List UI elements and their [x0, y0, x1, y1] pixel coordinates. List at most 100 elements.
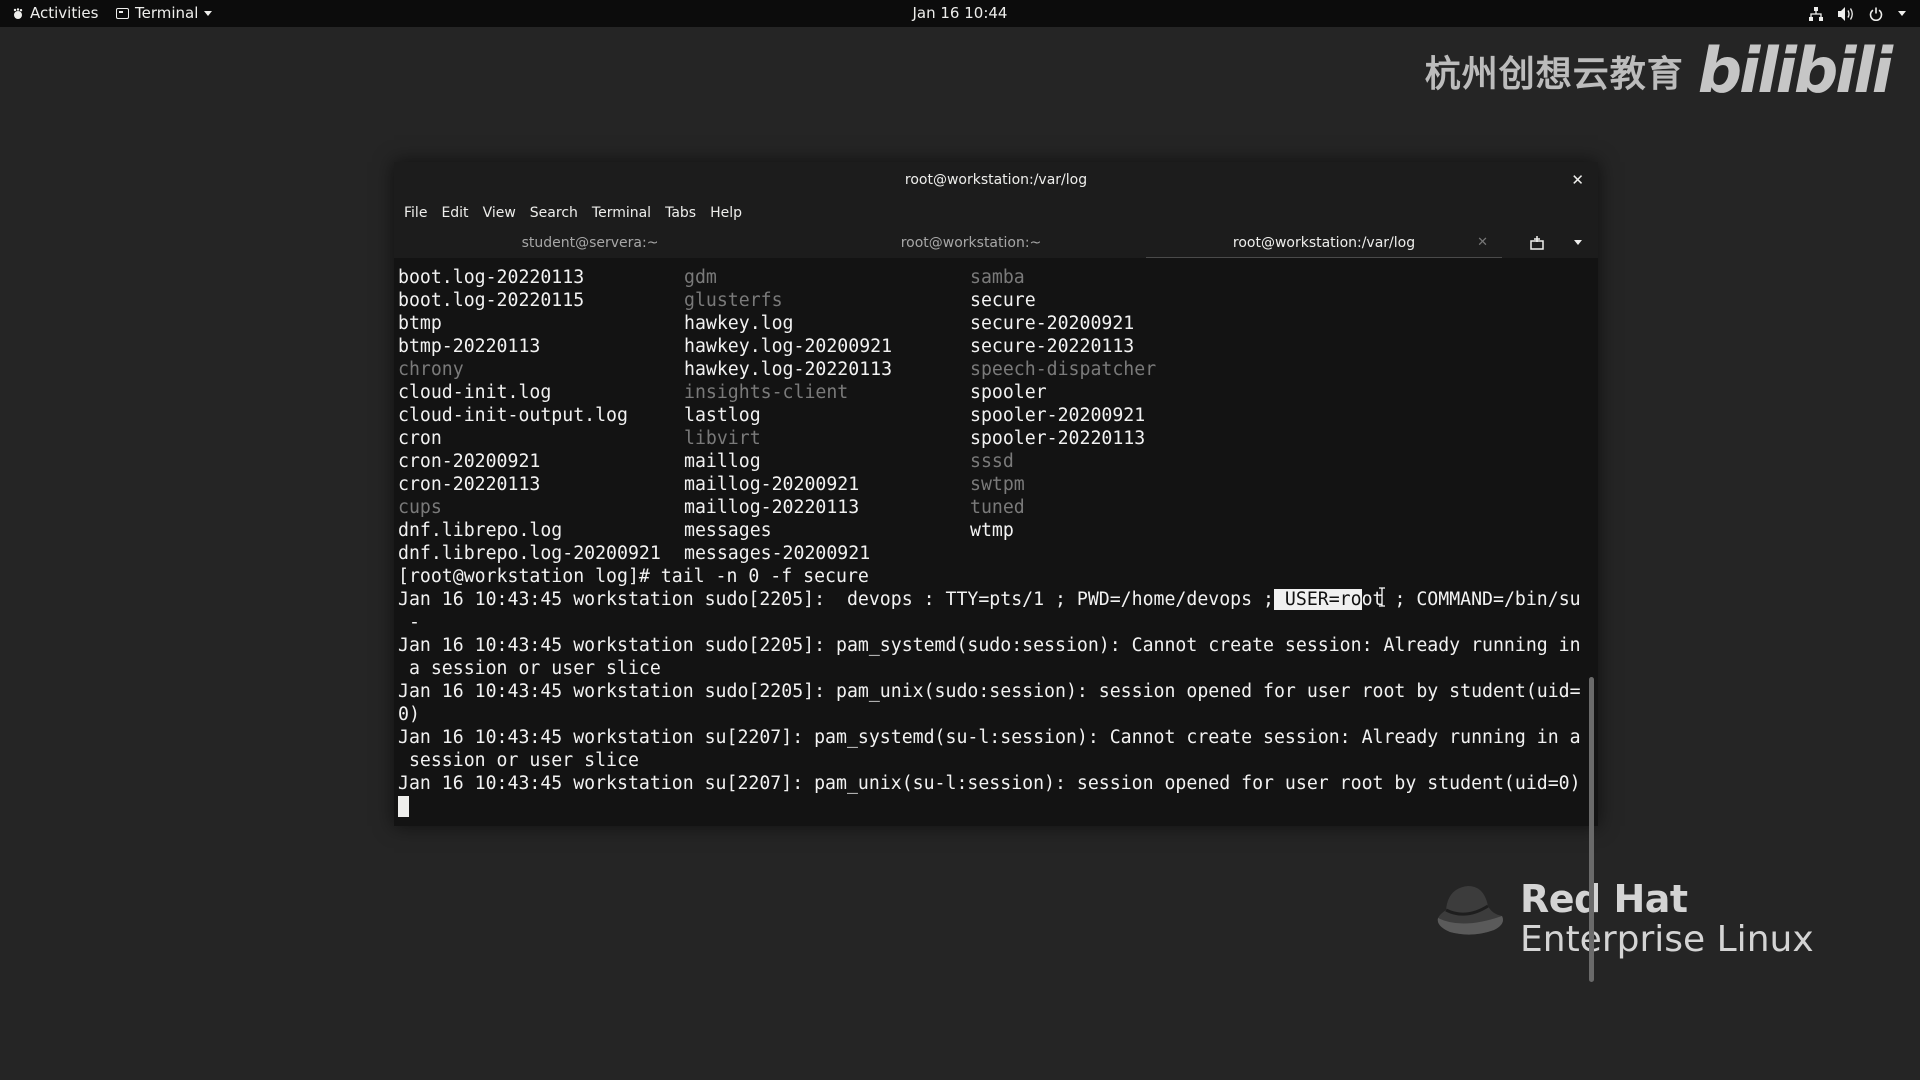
tab-close-icon[interactable]: ✕ [1477, 228, 1488, 258]
ls-entry: secure [970, 290, 1036, 311]
activities-button[interactable]: Activities [12, 0, 98, 27]
power-icon[interactable] [1868, 6, 1884, 22]
window-titlebar[interactable]: root@workstation:/var/log ✕ [394, 162, 1598, 198]
ls-row: cloud-init.log insights-client spooler [398, 381, 1584, 404]
terminal-output[interactable]: boot.log-20220113 gdm samba boot.log-202201… [398, 266, 1584, 822]
ls-entry: dnf.librepo.log-20200921 [398, 543, 661, 564]
log-line: Jan 16 10:43:45 workstation sudo[2205]: … [398, 635, 1581, 656]
system-tray[interactable] [1808, 0, 1906, 27]
ls-entry: boot.log-20220115 [398, 290, 585, 311]
ls-entry: cups [398, 497, 442, 518]
ls-entry: hawkey.log [684, 313, 794, 334]
ls-row: dnf.librepo.log messages wtmp [398, 519, 1584, 542]
gnome-foot-icon [13, 7, 23, 19]
redhat-line1: Red Hat [1520, 877, 1688, 921]
ls-entry: samba [970, 267, 1025, 288]
ls-entry: cloud-init-output.log [398, 405, 628, 426]
log-line: a session or user slice [398, 658, 661, 679]
log-line: - [398, 612, 420, 633]
ls-entry: cron [398, 428, 442, 449]
ls-row: cron-20200921 maillog sssd [398, 450, 1584, 473]
terminal-cursor [398, 796, 409, 817]
activities-label: Activities [30, 4, 99, 22]
app-menu-button[interactable]: Terminal [116, 0, 213, 27]
ls-row: cron libvirt spooler-20220113 [398, 427, 1584, 450]
ls-entry: secure-20220113 [970, 336, 1135, 357]
tab-student-servera[interactable]: student@servera:~ [394, 228, 786, 258]
watermark: 杭州创想云教育 bilibili [1424, 34, 1893, 107]
selected-text[interactable]: USER=ro [1273, 589, 1362, 610]
menu-terminal[interactable]: Terminal [585, 205, 658, 221]
ls-entry: messages [684, 520, 772, 541]
chevron-down-icon [204, 11, 213, 16]
network-icon[interactable] [1808, 6, 1824, 22]
ls-entry: cloud-init.log [398, 382, 552, 403]
tabs-menu-chevron-icon[interactable] [1574, 240, 1582, 245]
terminal-window: root@workstation:/var/log ✕ File Edit Vi… [394, 162, 1598, 982]
clock-container: Jan 16 10:44 [0, 0, 1920, 27]
tab-label: root@workstation:~ [900, 235, 1042, 251]
cursor-line [398, 795, 1584, 818]
menu-edit[interactable]: Edit [434, 205, 475, 221]
ls-entry: dnf.librepo.log [398, 520, 563, 541]
chevron-down-icon[interactable] [1898, 11, 1906, 16]
ls-entry: btmp [398, 313, 442, 334]
ls-entry: chrony [398, 359, 464, 380]
terminal-icon [116, 8, 129, 19]
ls-entry: hawkey.log-20200921 [684, 336, 893, 357]
log-line: 0) [398, 704, 420, 725]
menu-bar: File Edit View Search Terminal Tabs Help [394, 198, 1598, 228]
ls-entry: spooler-20220113 [970, 428, 1146, 449]
menu-tabs[interactable]: Tabs [658, 205, 703, 221]
ls-entry: swtpm [970, 474, 1025, 495]
clock[interactable]: Jan 16 10:44 [913, 4, 1008, 22]
watermark-text: 杭州创想云教育 [1424, 53, 1684, 95]
ls-entry: gdm [684, 267, 717, 288]
log-line: Jan 16 10:43:45 workstation su[2207]: pa… [398, 727, 1581, 748]
ls-entry: speech-dispatcher [970, 359, 1157, 380]
ls-entry: cron-20200921 [398, 451, 541, 472]
text-cursor-icon [1379, 587, 1385, 607]
ls-entry: sssd [970, 451, 1014, 472]
window-title: root@workstation:/var/log [904, 172, 1088, 188]
volume-icon[interactable] [1838, 6, 1854, 22]
menu-view[interactable]: View [476, 205, 523, 221]
menu-help[interactable]: Help [703, 205, 749, 221]
ls-entry: lastlog [684, 405, 761, 426]
tab-label: root@workstation:/var/log [1232, 235, 1416, 251]
menu-search[interactable]: Search [523, 205, 585, 221]
ls-entry: tuned [970, 497, 1025, 518]
redhat-logo: Red Hat Enterprise Linux [1432, 880, 1814, 958]
ls-row: cron-20220113 maillog-20200921 swtpm [398, 473, 1584, 496]
log-line: Jan 16 10:43:45 workstation su[2207]: pa… [398, 773, 1581, 794]
ls-row: btmp-20220113 hawkey.log-20200921 secure-2… [398, 335, 1584, 358]
ls-entry: maillog [684, 451, 761, 472]
log-text: Jan 16 10:43:45 workstation sudo[2205]: … [398, 589, 1274, 610]
ls-entry: btmp-20220113 [398, 336, 541, 357]
ls-entry: maillog-20220113 [684, 497, 860, 518]
ls-entry: cron-20220113 [398, 474, 541, 495]
tab-root-workstation-home[interactable]: root@workstation:~ [786, 228, 1156, 258]
tab-bar: student@servera:~ root@workstation:~ roo… [394, 228, 1598, 258]
close-icon[interactable]: ✕ [1571, 162, 1584, 198]
redhat-line2: Enterprise Linux [1520, 919, 1814, 960]
ls-row: cloud-init-output.log lastlog spooler-2020… [398, 404, 1584, 427]
ls-row: btmp hawkey.log secure-20200921 [398, 312, 1584, 335]
ls-entry: secure-20200921 [970, 313, 1135, 334]
bilibili-logo: bilibili [1697, 34, 1893, 107]
ls-entry: spooler-20200921 [970, 405, 1146, 426]
new-tab-icon[interactable] [1528, 234, 1546, 252]
log-line: Jan 16 10:43:45 workstation sudo[2205]: … [398, 588, 1584, 611]
log-text: ot ; COMMAND=/bin/su [1361, 589, 1581, 610]
ls-entry [970, 542, 1256, 565]
tab-root-workstation-varlog[interactable]: root@workstation:/var/log ✕ [1146, 228, 1502, 258]
ls-row: boot.log-20220115 glusterfs secure [398, 289, 1584, 312]
log-line: Jan 16 10:43:45 workstation sudo[2205]: … [398, 681, 1581, 702]
tab-label: student@servera:~ [521, 235, 659, 251]
ls-entry: libvirt [684, 428, 761, 449]
menu-file[interactable]: File [394, 205, 434, 221]
ls-entry: boot.log-20220113 [398, 267, 585, 288]
ls-entry: spooler [970, 382, 1047, 403]
ls-row: boot.log-20220113 gdm samba [398, 266, 1584, 289]
scrollbar[interactable] [1589, 677, 1594, 982]
